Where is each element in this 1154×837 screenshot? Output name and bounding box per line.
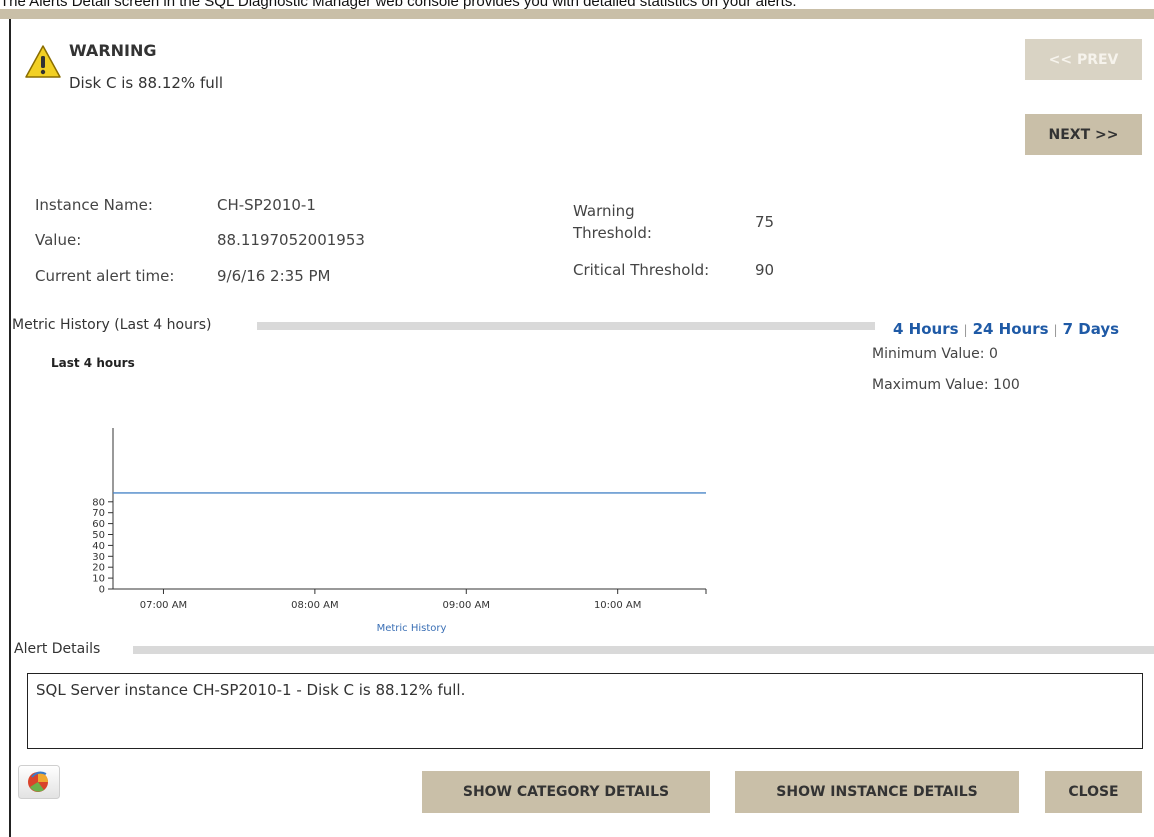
- y-tick-label: 10: [92, 574, 105, 585]
- y-tick-label: 40: [92, 541, 105, 552]
- x-tick-label: 07:00 AM: [140, 600, 187, 611]
- y-tick-label: 60: [92, 519, 105, 530]
- range-separator: |: [963, 323, 968, 337]
- y-tick-label: 70: [92, 508, 105, 519]
- y-tick-label: 0: [99, 585, 105, 596]
- range-4-hours-link[interactable]: 4 Hours: [893, 320, 959, 338]
- y-tick-label: 20: [92, 563, 105, 574]
- maximum-value-row: Maximum Value: 100: [872, 377, 1020, 393]
- time-range-links: 4 Hours | 24 Hours | 7 Days: [893, 320, 1119, 338]
- minimum-value-label: Minimum Value:: [872, 346, 985, 362]
- range-24-hours-link[interactable]: 24 Hours: [973, 320, 1049, 338]
- y-tick-label: 30: [92, 552, 105, 563]
- maximum-value-label: Maximum Value:: [872, 377, 989, 393]
- alert-details-text: SQL Server instance CH-SP2010-1 - Disk C…: [36, 681, 466, 699]
- x-axis-title: Metric History: [377, 623, 447, 634]
- x-tick-label: 10:00 AM: [594, 600, 641, 611]
- y-tick-label: 50: [92, 530, 105, 541]
- y-tick-label: 80: [92, 497, 105, 508]
- alert-details-box: SQL Server instance CH-SP2010-1 - Disk C…: [27, 673, 1143, 749]
- alert-details-title: Alert Details: [14, 641, 111, 657]
- range-separator: |: [1053, 323, 1058, 337]
- x-tick-label: 09:00 AM: [443, 600, 490, 611]
- next-button[interactable]: NEXT >>: [1025, 114, 1142, 155]
- range-7-days-link[interactable]: 7 Days: [1063, 320, 1119, 338]
- maximum-value: 100: [993, 377, 1020, 393]
- minimum-value: 0: [988, 346, 998, 362]
- metric-history-chart: 01020304050607080 07:00 AM 08:00 AM 09:00 A…: [92, 428, 707, 634]
- show-category-details-button[interactable]: SHOW CATEGORY DETAILS: [422, 771, 710, 813]
- alert-details-divider: [133, 646, 1154, 654]
- minimum-value-row: Minimum Value: 0: [872, 346, 998, 362]
- show-instance-details-button[interactable]: SHOW INSTANCE DETAILS: [735, 771, 1019, 813]
- prev-button[interactable]: << PREV: [1025, 39, 1142, 80]
- close-button[interactable]: CLOSE: [1045, 771, 1142, 813]
- x-tick-label: 08:00 AM: [291, 600, 338, 611]
- app-logo-icon[interactable]: [18, 765, 60, 799]
